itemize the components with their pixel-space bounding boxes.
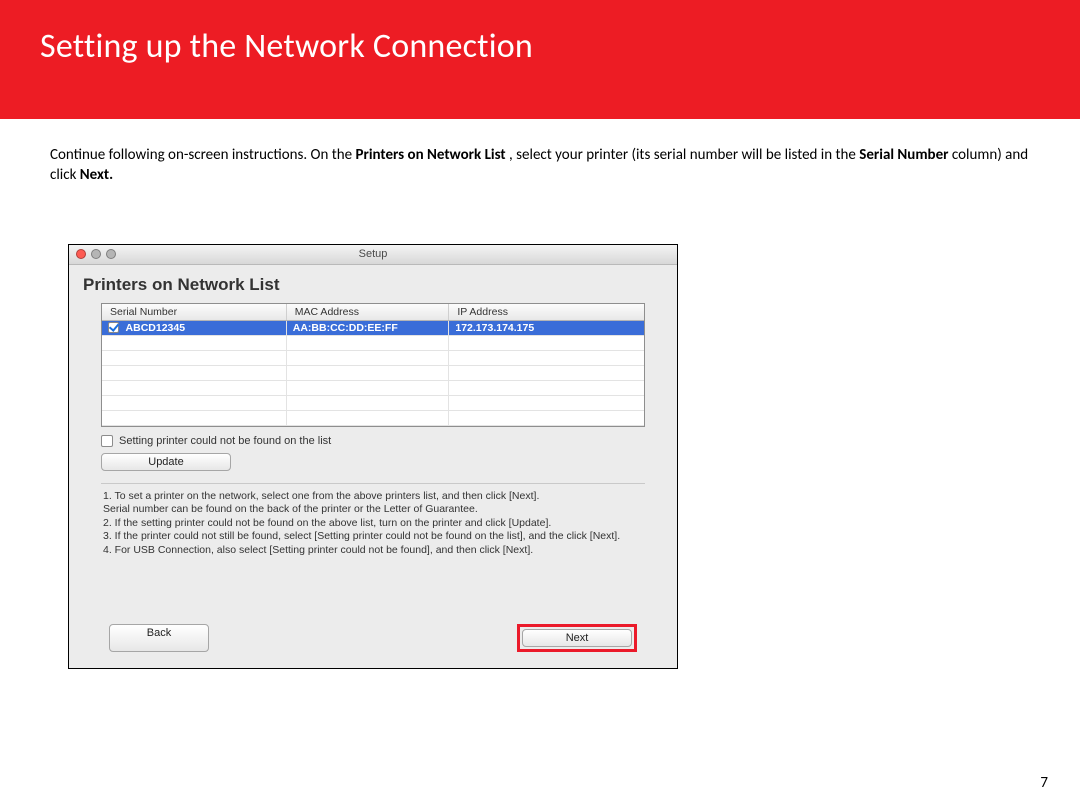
col-serial[interactable]: Serial Number xyxy=(102,304,286,321)
table-row xyxy=(102,410,644,425)
page-number: 7 xyxy=(1040,774,1048,792)
body-bold-1: Printers on Network List xyxy=(356,146,506,164)
update-button[interactable]: Update xyxy=(101,453,231,471)
minimize-icon[interactable] xyxy=(91,249,101,259)
table-row xyxy=(102,380,644,395)
window-heading: Printers on Network List xyxy=(83,275,663,295)
zoom-icon[interactable] xyxy=(106,249,116,259)
instruction-paragraph: Continue following on-screen instruction… xyxy=(0,119,1080,186)
col-mac[interactable]: MAC Address xyxy=(286,304,449,321)
not-found-label: Setting printer could not be found on th… xyxy=(119,435,331,447)
cell-serial: ABCD12345 xyxy=(126,322,186,334)
printer-table: Serial Number MAC Address IP Address ABC… xyxy=(101,303,645,427)
body-text-2: , select your printer (its serial number… xyxy=(509,146,859,164)
next-button[interactable]: Next xyxy=(522,629,632,647)
window-title: Setup xyxy=(69,248,677,260)
screenshot-container: Setup Printers on Network List Serial Nu… xyxy=(68,244,678,669)
table-row xyxy=(102,395,644,410)
cell-mac: AA:BB:CC:DD:EE:FF xyxy=(286,320,449,335)
body-text-1: Continue following on-screen instruction… xyxy=(50,146,356,164)
not-found-checkbox[interactable] xyxy=(101,435,113,447)
divider xyxy=(101,483,645,484)
back-button[interactable]: Back xyxy=(109,624,209,652)
body-bold-3: Next. xyxy=(80,166,113,184)
traffic-lights xyxy=(69,249,116,259)
next-button-highlight: Next xyxy=(517,624,637,652)
checkbox-icon[interactable] xyxy=(108,322,119,333)
instruction-list: 1. To set a printer on the network, sele… xyxy=(103,490,643,558)
page-title: Setting up the Network Connection xyxy=(40,26,1040,67)
window-titlebar: Setup xyxy=(69,245,677,265)
setup-window: Setup Printers on Network List Serial Nu… xyxy=(68,244,678,669)
page-banner: Setting up the Network Connection xyxy=(0,0,1080,119)
table-row xyxy=(102,350,644,365)
table-row xyxy=(102,335,644,350)
table-row xyxy=(102,365,644,380)
col-ip[interactable]: IP Address xyxy=(449,304,644,321)
cell-ip: 172.173.174.175 xyxy=(449,320,644,335)
close-icon[interactable] xyxy=(76,249,86,259)
table-row[interactable]: ABCD12345 AA:BB:CC:DD:EE:FF 172.173.174.… xyxy=(102,320,644,335)
body-bold-2: Serial Number xyxy=(859,146,948,164)
